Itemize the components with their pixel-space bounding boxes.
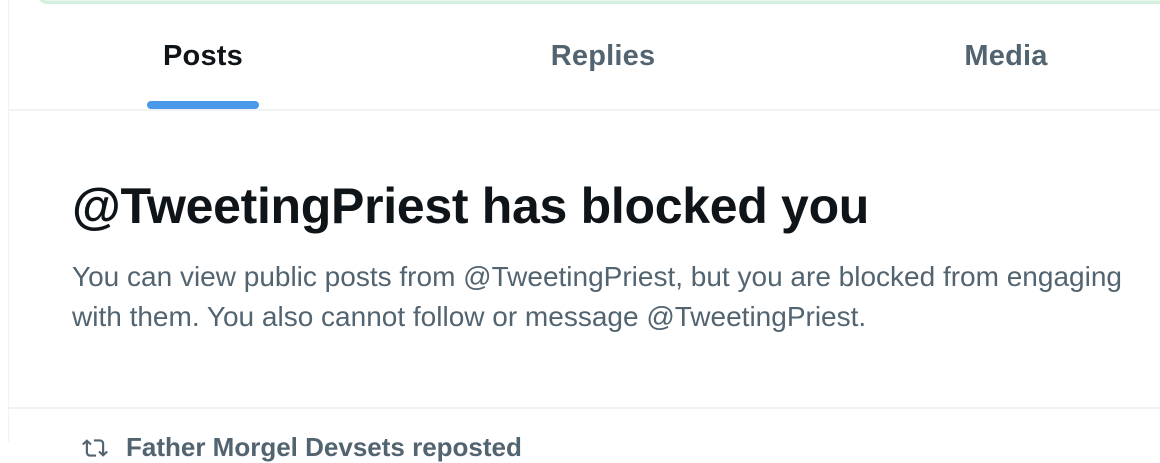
blocked-title: @TweetingPriest has blocked you (72, 178, 870, 234)
tab-media[interactable]: Media (808, 0, 1160, 109)
retweet-icon (82, 438, 108, 457)
tab-replies[interactable]: Replies (398, 0, 808, 109)
profile-tabs: Posts Replies Media (8, 0, 1160, 111)
tab-posts-label: Posts (163, 40, 243, 72)
active-tab-indicator (147, 101, 259, 109)
repost-indicator-text: Father Morgel Devsets reposted (126, 432, 522, 462)
tab-replies-label: Replies (550, 40, 656, 72)
tab-posts[interactable]: Posts (8, 0, 398, 109)
blocked-notice: @TweetingPriest has blocked you You can … (8, 111, 1160, 409)
tab-media-label: Media (964, 40, 1048, 72)
repost-indicator[interactable]: Father Morgel Devsets reposted (80, 432, 522, 463)
blocked-message: You can view public posts from @Tweeting… (72, 261, 1122, 332)
